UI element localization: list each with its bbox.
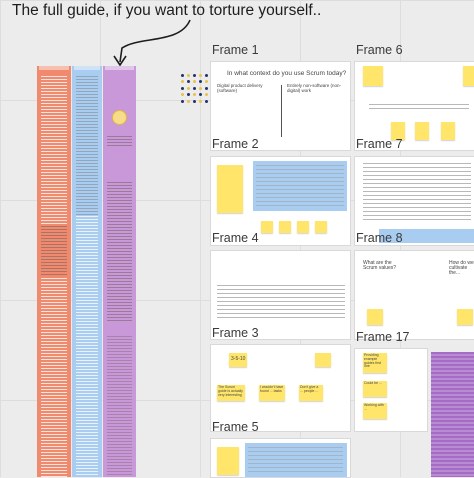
sticky-note[interactable]: Working with ... (363, 403, 387, 419)
sticky-note[interactable] (279, 221, 291, 233)
frame-label-8[interactable]: Frame 8 (356, 231, 403, 245)
purple-note-block[interactable] (431, 352, 474, 477)
frame-label-3[interactable]: Frame 3 (212, 326, 259, 340)
frame-5[interactable] (211, 439, 350, 477)
guide-column-purple[interactable] (103, 66, 136, 477)
sticky-note[interactable] (463, 66, 474, 86)
sticky-note[interactable] (441, 122, 455, 140)
sticky-note[interactable]: Don't give a ... people ... (299, 385, 323, 401)
frame8-question-left: What are the Scrum values? (363, 260, 397, 271)
guide-column-red[interactable] (37, 66, 71, 478)
text-box-blue[interactable] (253, 161, 347, 211)
frame-label-5[interactable]: Frame 5 (212, 420, 259, 434)
sticky-note[interactable] (261, 221, 273, 233)
sticky-3-5-10[interactable]: 3-5-10 (229, 353, 247, 367)
guide-column-blue[interactable] (72, 66, 102, 477)
sticky-note[interactable] (457, 309, 473, 325)
sticky-note[interactable]: Could be ... (363, 381, 387, 397)
frame-3[interactable]: 3-5-10 The Scrum guide is actually very … (211, 345, 350, 431)
text-box-blue[interactable] (245, 443, 347, 477)
annotation-arrow[interactable] (110, 18, 200, 70)
sticky-note[interactable] (297, 221, 309, 233)
frame1-option-left: Digital product delivery (software) (217, 83, 263, 93)
sticky-note[interactable] (217, 447, 239, 475)
frame8-question-right: How do we cultivate the... (449, 260, 474, 276)
frame-17[interactable]: Providing example guides first one Could… (355, 349, 427, 431)
sticky-note[interactable] (315, 353, 331, 367)
frame1-option-right: Entirely non-software (non-digital) work (287, 83, 342, 93)
sticky-note[interactable] (315, 221, 327, 233)
frame-label-2[interactable]: Frame 2 (212, 137, 259, 151)
frame-label-6[interactable]: Frame 6 (356, 43, 403, 57)
sticky-note[interactable]: Providing example guides first one (363, 353, 387, 373)
frame-8[interactable]: What are the Scrum values? How do we cul… (355, 251, 474, 339)
frame-label-1[interactable]: Frame 1 (212, 43, 259, 57)
sticky-note[interactable] (367, 309, 383, 325)
sticky-note[interactable] (363, 66, 383, 86)
sticky-note[interactable] (415, 122, 429, 140)
sticky-note[interactable]: I wouldn't have found ... tasks (259, 385, 285, 401)
frame1-question: In what context do you use Scrum today? (227, 70, 347, 77)
smiley-icon (112, 110, 127, 125)
sticky-note[interactable] (217, 165, 243, 213)
dot-grid-decoration (181, 74, 209, 104)
sticky-scrum-guide[interactable]: The Scrum guide is actually very interes… (217, 385, 245, 401)
frame-label-4[interactable]: Frame 4 (212, 231, 259, 245)
frame-label-17[interactable]: Frame 17 (356, 330, 410, 344)
frame-label-7[interactable]: Frame 7 (356, 137, 403, 151)
